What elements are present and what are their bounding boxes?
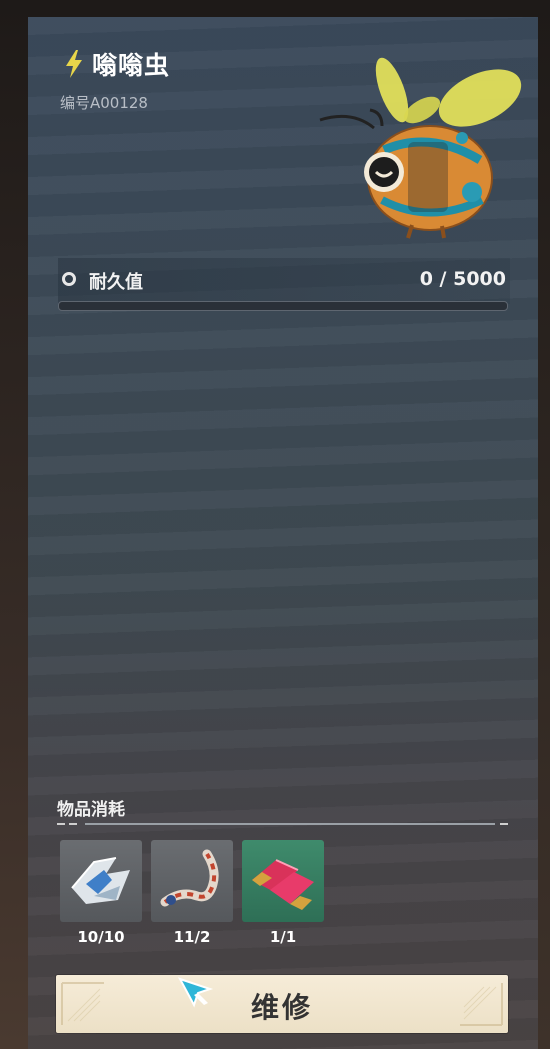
section-divider <box>57 822 508 826</box>
left-frame <box>0 0 28 1049</box>
right-frame <box>538 0 550 1049</box>
consumable-item[interactable]: 1/1 <box>242 840 324 946</box>
consumable-count: 1/1 <box>269 928 297 946</box>
repair-button-label: 维修 <box>250 991 313 1024</box>
consumable-item[interactable]: 11/2 <box>151 840 233 946</box>
title-row: 嗡嗡虫 <box>64 46 170 82</box>
consumable-count: 10/10 <box>77 928 125 946</box>
bee-robot-icon <box>312 50 527 240</box>
ring-icon <box>62 272 76 286</box>
durability-label: 耐久值 <box>89 272 143 293</box>
top-frame <box>0 0 550 17</box>
creature-name: 嗡嗡虫 <box>92 51 171 80</box>
consumables-list: 10/10 11/2 1/1 <box>60 840 324 946</box>
consumable-count: 11/2 <box>173 928 211 946</box>
repair-button[interactable]: 维修 <box>56 975 508 1033</box>
ruby-crystal-icon[interactable] <box>242 840 324 922</box>
cursor-icon <box>177 977 214 1008</box>
consumables-title: 物品消耗 <box>57 800 125 820</box>
lightning-bolt-icon <box>64 49 84 79</box>
twisted-fiber-icon[interactable] <box>151 840 233 922</box>
metal-shards-icon[interactable] <box>60 840 142 922</box>
creature-code: 编号A00128 <box>60 94 148 112</box>
durability-value: 0 / 5000 <box>419 268 506 290</box>
consumable-item[interactable]: 10/10 <box>60 840 142 946</box>
durability-row: 耐久值 0 / 5000 <box>58 258 510 304</box>
durability-bar <box>58 301 508 311</box>
